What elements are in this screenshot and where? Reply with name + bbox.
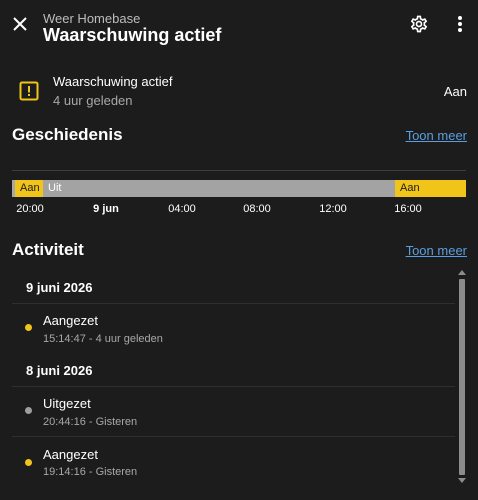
close-button[interactable]: [8, 12, 32, 36]
gear-icon: [410, 15, 428, 33]
state-row: Waarschuwing actief 4 uur geleden Aan: [0, 66, 478, 116]
close-icon: [13, 17, 27, 31]
entry-name: Uitgezet: [43, 396, 91, 411]
state-value: Aan: [443, 84, 467, 99]
activity-list: 9 juni 2026 Aangezet 15:14:47 - 4 uur ge…: [12, 270, 455, 492]
date-header: 9 juni 2026: [26, 280, 93, 295]
divider: [12, 386, 455, 387]
entry-meta: 15:14:47 - 4 uur geleden: [43, 333, 163, 345]
timeline-segment-on[interactable]: Aan: [395, 180, 466, 197]
more-vertical-icon: [458, 16, 462, 32]
timeline-tick: 20:00: [16, 203, 44, 215]
status-dot: [25, 459, 32, 466]
entry-meta: 20:44:16 - Gisteren: [43, 416, 138, 428]
status-dot: [25, 324, 32, 331]
dialog-header: Weer Homebase Waarschuwing actief: [0, 0, 478, 52]
history-more-link[interactable]: Toon meer: [406, 128, 467, 143]
entry-name: Aangezet: [43, 313, 98, 328]
entry-meta: 19:14:16 - Gisteren: [43, 466, 138, 478]
activity-more-link[interactable]: Toon meer: [406, 243, 467, 258]
scroll-up-arrow-icon[interactable]: [458, 270, 466, 275]
divider: [12, 303, 455, 304]
timeline-tick: 04:00: [168, 203, 196, 215]
activity-scrollbar[interactable]: [458, 270, 466, 483]
activity-title: Activiteit: [12, 240, 84, 259]
timeline-tick: 16:00: [394, 203, 422, 215]
history-timeline[interactable]: Aan Uit Aan: [12, 180, 466, 197]
scroll-thumb[interactable]: [459, 279, 465, 475]
history-title: Geschiedenis: [12, 125, 123, 144]
timeline-segment-on[interactable]: Aan: [15, 180, 43, 197]
divider: [12, 436, 455, 437]
header-title: Waarschuwing actief: [43, 25, 222, 45]
state-name: Waarschuwing actief: [53, 74, 173, 89]
timeline-tick: 9 jun: [93, 203, 119, 215]
date-header: 8 juni 2026: [26, 363, 93, 378]
settings-button[interactable]: [407, 12, 431, 36]
alert-box-icon: [19, 81, 39, 101]
timeline-tick: 12:00: [319, 203, 347, 215]
timeline-segment-off[interactable]: Uit: [43, 180, 395, 197]
timeline-tick: 08:00: [243, 203, 271, 215]
more-options-button[interactable]: [448, 12, 472, 36]
header-subtitle: Weer Homebase: [43, 11, 141, 26]
history-divider: [12, 170, 466, 171]
state-last-changed: 4 uur geleden: [53, 93, 133, 108]
entry-name: Aangezet: [43, 447, 98, 462]
status-dot: [25, 407, 32, 414]
scroll-down-arrow-icon[interactable]: [458, 478, 466, 483]
